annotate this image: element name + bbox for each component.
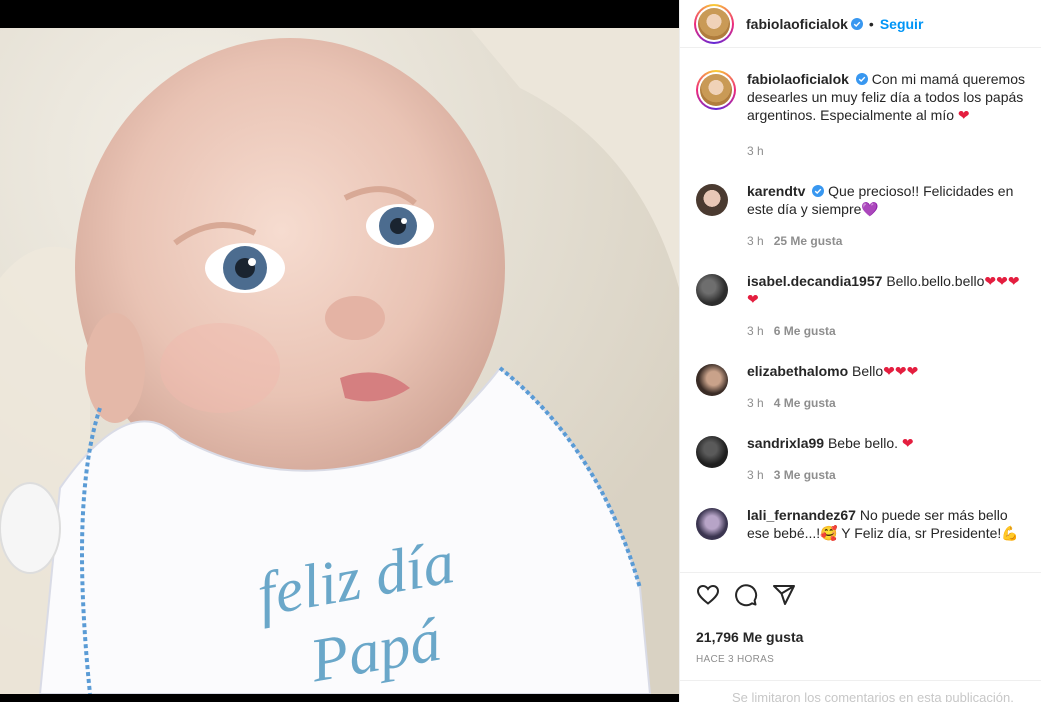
commenter-avatar[interactable]	[696, 364, 728, 396]
verified-icon	[850, 17, 863, 30]
comments-list[interactable]: fabiolaoficialok Con mi mamá queremos de…	[680, 58, 1041, 570]
comment-text: Bello.bello.bello	[886, 273, 985, 289]
comment-text: Bello	[852, 363, 884, 379]
post-photo-pane: feliz día Papá	[0, 0, 679, 702]
limited-comments-notice: Se limitaron los comentarios en esta pub…	[732, 690, 1014, 702]
comment-time[interactable]: 3 h	[747, 468, 764, 482]
caption-row: fabiolaoficialok Con mi mamá queremos de…	[680, 70, 1041, 160]
comment-row: sandrixla99 Bebe bello. ❤ 3 h 3 Me gusta	[680, 434, 1041, 484]
comment-emoji: ❤❤❤	[883, 363, 919, 379]
actions-divider	[680, 572, 1041, 573]
comment-username[interactable]: karendtv	[747, 183, 805, 199]
footer-divider	[680, 680, 1041, 681]
commenter-avatar[interactable]	[696, 274, 728, 306]
comment-likes[interactable]: 6 Me gusta	[774, 324, 836, 338]
commenter-avatar[interactable]	[696, 184, 728, 216]
baby-photo-illustration: feliz día Papá	[0, 28, 679, 694]
comment-row: elizabethalomo Bello❤❤❤ 3 h 4 Me gusta	[680, 362, 1041, 412]
post-actions	[696, 583, 796, 607]
comment-likes[interactable]: 4 Me gusta	[774, 396, 836, 410]
comment-username[interactable]: isabel.decandia1957	[747, 273, 882, 289]
comment-row: lali_fernandez67 No puede ser más bello …	[680, 506, 1041, 542]
caption-username[interactable]: fabiolaoficialok	[747, 71, 849, 87]
comment-emoji: ❤	[901, 435, 914, 451]
post-photo[interactable]: feliz día Papá	[0, 28, 679, 694]
post-time[interactable]: HACE 3 HORAS	[696, 654, 774, 665]
commenter-avatar[interactable]	[696, 436, 728, 468]
comment-row: isabel.decandia1957 Bello.bello.bello❤❤❤…	[680, 272, 1041, 340]
comment-row: karendtv Que precioso!! Felicidades en e…	[680, 182, 1041, 250]
separator-dot: •	[868, 15, 874, 32]
comment-username[interactable]: lali_fernandez67	[747, 507, 856, 523]
comment-icon[interactable]	[734, 583, 758, 607]
comment-time[interactable]: 3 h	[747, 234, 764, 248]
caption-time[interactable]: 3 h	[747, 144, 764, 158]
author-avatar[interactable]	[694, 3, 734, 44]
author-username[interactable]: fabiolaoficialok	[746, 16, 848, 32]
comment-username[interactable]: elizabethalomo	[747, 363, 848, 379]
share-icon[interactable]	[772, 583, 796, 607]
heart-icon[interactable]	[696, 583, 720, 607]
post-sidebar: fabiolaoficialok • Seguir fabiolaoficial…	[679, 0, 1041, 702]
commenter-avatar[interactable]	[696, 508, 728, 540]
verified-icon	[855, 73, 868, 85]
comment-username[interactable]: sandrixla99	[747, 435, 824, 451]
comment-time[interactable]: 3 h	[747, 324, 764, 338]
caption-avatar[interactable]	[696, 70, 736, 110]
comment-emoji: 💜	[861, 201, 879, 217]
likes-count[interactable]: 21,796 Me gusta	[696, 629, 803, 645]
verified-icon	[812, 185, 825, 197]
comment-likes[interactable]: 25 Me gusta	[774, 234, 843, 248]
caption-heart-emoji: ❤	[957, 107, 970, 123]
comment-text: Bebe bello.	[827, 435, 899, 451]
comment-likes[interactable]: 3 Me gusta	[774, 468, 836, 482]
follow-button[interactable]: Seguir	[880, 16, 924, 32]
post-header: fabiolaoficialok • Seguir	[680, 0, 1041, 48]
comment-time[interactable]: 3 h	[747, 396, 764, 410]
